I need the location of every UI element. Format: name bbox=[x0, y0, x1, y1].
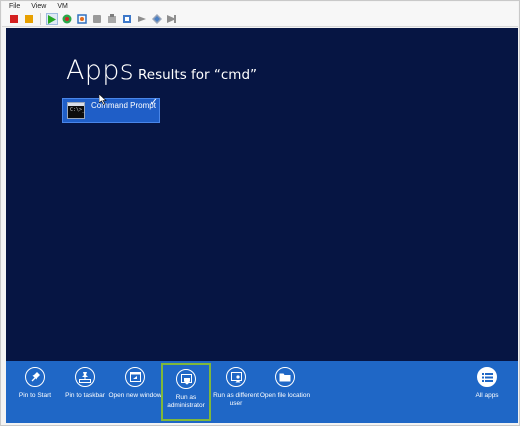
settings-icon[interactable] bbox=[121, 13, 133, 25]
search-results-label: Results for “cmd” bbox=[138, 67, 258, 83]
page-title: Apps bbox=[66, 55, 135, 86]
new-window-icon bbox=[125, 367, 145, 387]
pin-to-start-label: Pin to Start bbox=[18, 392, 52, 399]
start-icon[interactable] bbox=[46, 13, 58, 25]
run-as-administrator-button[interactable]: Run as administrator bbox=[161, 363, 211, 421]
menu-bar: File View VM bbox=[2, 2, 518, 12]
pin-to-taskbar-button[interactable]: Pin to taskbar bbox=[57, 367, 113, 400]
toolbar-separator bbox=[40, 13, 41, 25]
different-user-icon bbox=[226, 367, 246, 387]
run-as-administrator-label: Run as administrator bbox=[167, 394, 205, 409]
open-new-window-button[interactable]: Open new window bbox=[107, 367, 163, 400]
menu-view[interactable]: View bbox=[24, 2, 50, 12]
shield-icon bbox=[176, 369, 196, 389]
snapshot-icon[interactable] bbox=[76, 13, 88, 25]
share-icon[interactable] bbox=[151, 13, 163, 25]
all-apps-button[interactable]: All apps bbox=[459, 367, 515, 400]
pin-icon bbox=[25, 367, 45, 387]
send-keys-icon[interactable] bbox=[136, 13, 148, 25]
folder-icon bbox=[275, 367, 295, 387]
pin-to-start-button[interactable]: Pin to Start bbox=[7, 367, 63, 400]
open-new-window-label: Open new window bbox=[108, 392, 162, 399]
fullscreen-icon[interactable] bbox=[166, 13, 178, 25]
reset-icon[interactable] bbox=[61, 13, 73, 25]
toolbar bbox=[2, 12, 518, 27]
command-prompt-tile[interactable]: C:\>_ Command Prompt ✓ bbox=[62, 97, 160, 123]
checkmark-icon: ✓ bbox=[149, 97, 158, 108]
cmd-icon-text: C:\>_ bbox=[70, 107, 86, 113]
revert-icon[interactable] bbox=[91, 13, 103, 25]
menu-file[interactable]: File bbox=[2, 2, 24, 12]
pause-icon[interactable] bbox=[23, 13, 35, 25]
list-icon bbox=[477, 367, 497, 387]
all-apps-label: All apps bbox=[475, 392, 499, 399]
vm-window: File View VM Apps Results for “cmd” C:\>… bbox=[0, 0, 520, 426]
open-file-location-label: Open file location bbox=[259, 392, 311, 399]
command-prompt-icon: C:\>_ bbox=[67, 102, 85, 119]
pin-to-taskbar-label: Pin to taskbar bbox=[65, 392, 105, 399]
app-bar: Pin to Start Pin to taskbar Open new win… bbox=[6, 361, 518, 423]
vm-screen[interactable]: Apps Results for “cmd” C:\>_ Command Pro… bbox=[6, 28, 518, 361]
run-as-different-user-button[interactable]: Run as different user bbox=[208, 367, 264, 408]
menu-vm[interactable]: VM bbox=[50, 2, 72, 12]
pin-taskbar-icon bbox=[75, 367, 95, 387]
stop-icon[interactable] bbox=[8, 13, 20, 25]
run-as-different-user-label: Run as different user bbox=[213, 392, 259, 407]
manage-snapshots-icon[interactable] bbox=[106, 13, 118, 25]
mouse-cursor-icon bbox=[99, 94, 107, 105]
open-file-location-button[interactable]: Open file location bbox=[257, 367, 313, 400]
